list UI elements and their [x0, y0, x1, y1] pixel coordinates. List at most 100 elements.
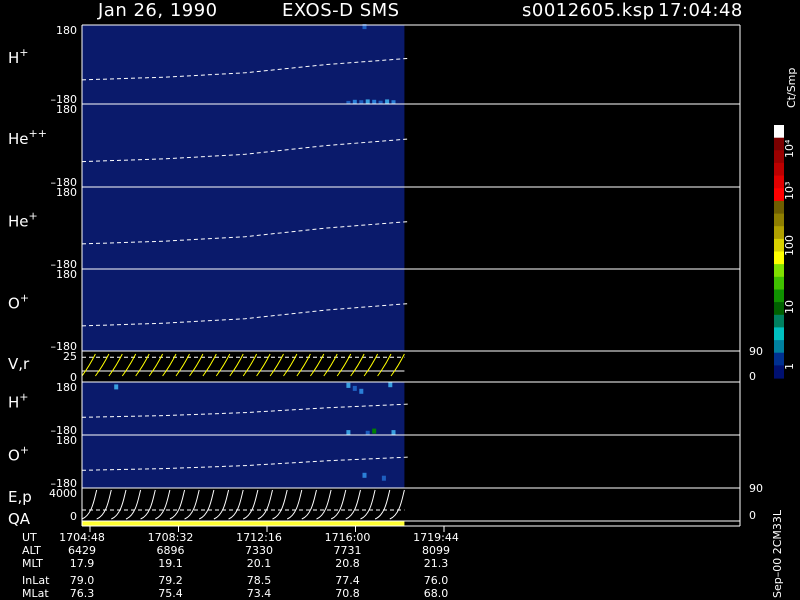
footer-cell-0-2: 17.9: [70, 557, 95, 570]
panel-7-energy-segment-16: [316, 489, 332, 520]
panel-7-energy-segment-15: [301, 489, 317, 520]
footer-cell-4-1: 8099: [422, 544, 450, 557]
colorbar-cell-7: [774, 213, 784, 227]
panel-8-label: QA: [8, 510, 31, 528]
panel-3-ytick-top: 180: [56, 268, 77, 281]
panel-7-energy-segment-9: [213, 489, 230, 520]
panel-0: H+180–180: [8, 24, 741, 106]
panel-stack: H+180–180He++180–180He+180–180O+180–180V…: [8, 24, 763, 532]
footer-cell-3-2: 20.8: [335, 557, 360, 570]
panel-6-count-1: [381, 475, 386, 481]
panel-5-count-3: [359, 388, 364, 394]
panel-7-energy-segment-3: [125, 489, 142, 520]
panel-4-velocity-segment-16: [296, 353, 311, 377]
panel-7-energy-segment-12: [257, 489, 273, 520]
colorbar-label-1000: 10³: [783, 182, 796, 200]
panel-2-label-sup: +: [29, 209, 38, 222]
panel-5-count-8: [391, 430, 396, 436]
exos-d-sms-plot: Jan 26, 1990 EXOS-D SMS s0012605.ksp 17:…: [8, 0, 798, 600]
panel-3-spectrogram: [82, 269, 405, 351]
panel-5-count-0: [114, 384, 119, 390]
panel-7-energy-segment-6: [169, 489, 186, 520]
panel-7-energy-segment-19: [360, 489, 376, 520]
footer-label-mlt: MLT: [22, 557, 43, 570]
colorbar-cell-17: [774, 340, 784, 354]
colorbar: Ct/Smp 10⁴ 10³ 100 10 1: [774, 68, 798, 379]
panel-7-energy-segment-8: [198, 489, 215, 520]
panel-7-right-tick-bottom: 0: [749, 509, 756, 522]
panel-2-ytick-top: 180: [56, 186, 77, 199]
colorbar-label-1: 1: [783, 363, 796, 370]
instrument-title: EXOS-D SMS: [282, 0, 400, 21]
panel-5-count-1: [346, 382, 351, 388]
panel-6-ytick-top: 180: [56, 434, 77, 447]
panel-2-spectrogram: [82, 187, 405, 269]
panel-7-energy-segment-21: [389, 489, 405, 520]
footer-cell-1-2: 19.1: [158, 557, 183, 570]
panel-1-label-sup: ++: [29, 127, 47, 140]
colorbar-cell-6: [774, 200, 784, 215]
panel-6-label-sup: +: [20, 443, 29, 456]
footer-label-inlat: InLat: [22, 574, 50, 587]
panel-7-energy-segment-10: [228, 489, 244, 520]
panel-5-count-4: [388, 382, 393, 388]
footer-label-ut: UT: [22, 531, 37, 544]
colorbar-cell-3: [774, 162, 784, 177]
panel-7-energy-segment-17: [330, 489, 347, 520]
panel-5-ytick-top: 180: [56, 381, 77, 394]
colorbar-cell-0: [774, 125, 784, 139]
footer-cell-0-1: 6429: [68, 544, 96, 557]
panel-4-label: V,r: [8, 355, 30, 373]
footer-cell-4-3: 76.0: [424, 574, 449, 587]
file-name: s0012605.ksp: [522, 0, 655, 21]
panel-2-label: He+: [8, 209, 38, 230]
footer-cell-2-0: 1712:16: [236, 531, 282, 544]
panel-7-energy-segment-20: [374, 489, 391, 520]
panel-7-energy-segment-18: [345, 489, 361, 520]
panel-8: QA: [8, 510, 741, 528]
footer-cell-0-4: 76.3: [70, 587, 95, 600]
panel-1-ytick-top: 180: [56, 103, 77, 116]
footer-cell-2-2: 20.1: [247, 557, 272, 570]
footer-cell-2-1: 7330: [245, 544, 273, 557]
panel-6-label: O+: [8, 443, 29, 464]
panel-3: O+180–180: [8, 268, 741, 353]
panel-6-spectrogram: [82, 435, 405, 488]
footer-cell-3-3: 77.4: [335, 574, 360, 587]
footer-cell-4-2: 21.3: [424, 557, 449, 570]
footer-cell-1-4: 75.4: [158, 587, 183, 600]
panel-5-count-2: [352, 385, 357, 391]
panel-5: H+180–180: [8, 381, 741, 437]
panel-1-label: He++: [8, 127, 47, 148]
panel-7-energy-segment-4: [140, 489, 156, 520]
panel-7-energy-segment-1: [96, 489, 112, 520]
footer-cell-4-0: 1719:44: [413, 531, 459, 544]
panel-6: O+180–180: [8, 434, 741, 490]
panel-4-right-tick-top: 90: [749, 345, 763, 358]
panel-4-right-tick-bottom: 0: [749, 370, 756, 383]
colorbar-label-10: 10: [783, 300, 796, 314]
panel-7-energy-segment-5: [155, 489, 171, 520]
footer-stamp: Sep–00 2CM33L: [771, 509, 784, 598]
panel-3-label-sup: +: [20, 291, 29, 304]
panel-7-energy-segment-2: [111, 489, 127, 520]
panel-4-velocity-segment-17: [309, 353, 325, 377]
panel-5-label: H+: [8, 390, 29, 411]
panel-7-label: E,p: [8, 488, 32, 506]
footer-cell-4-4: 68.0: [424, 587, 449, 600]
panel-1: He++180–180: [8, 103, 741, 189]
footer-cell-0-3: 79.0: [70, 574, 95, 587]
footer-cell-1-3: 79.2: [158, 574, 183, 587]
footer-cell-3-1: 7731: [334, 544, 362, 557]
colorbar-cell-12: [774, 276, 784, 290]
panel-6-count-0: [362, 472, 367, 478]
panel-0-label: H+: [8, 46, 29, 67]
footer-cell-3-0: 1716:00: [325, 531, 371, 544]
panel-7-energy-segment-0: [81, 489, 98, 520]
footer-columns: 1704:48642917.9 79.076.3 1708:32689619.1 79…: [59, 531, 459, 600]
panel-0-label-sup: +: [19, 46, 28, 59]
panel-7-right-tick-top: 90: [749, 482, 763, 495]
panel-0-spectrogram: [82, 25, 405, 104]
panel-7-energy-segment-14: [286, 489, 303, 520]
footer-cell-3-4: 70.8: [335, 587, 360, 600]
